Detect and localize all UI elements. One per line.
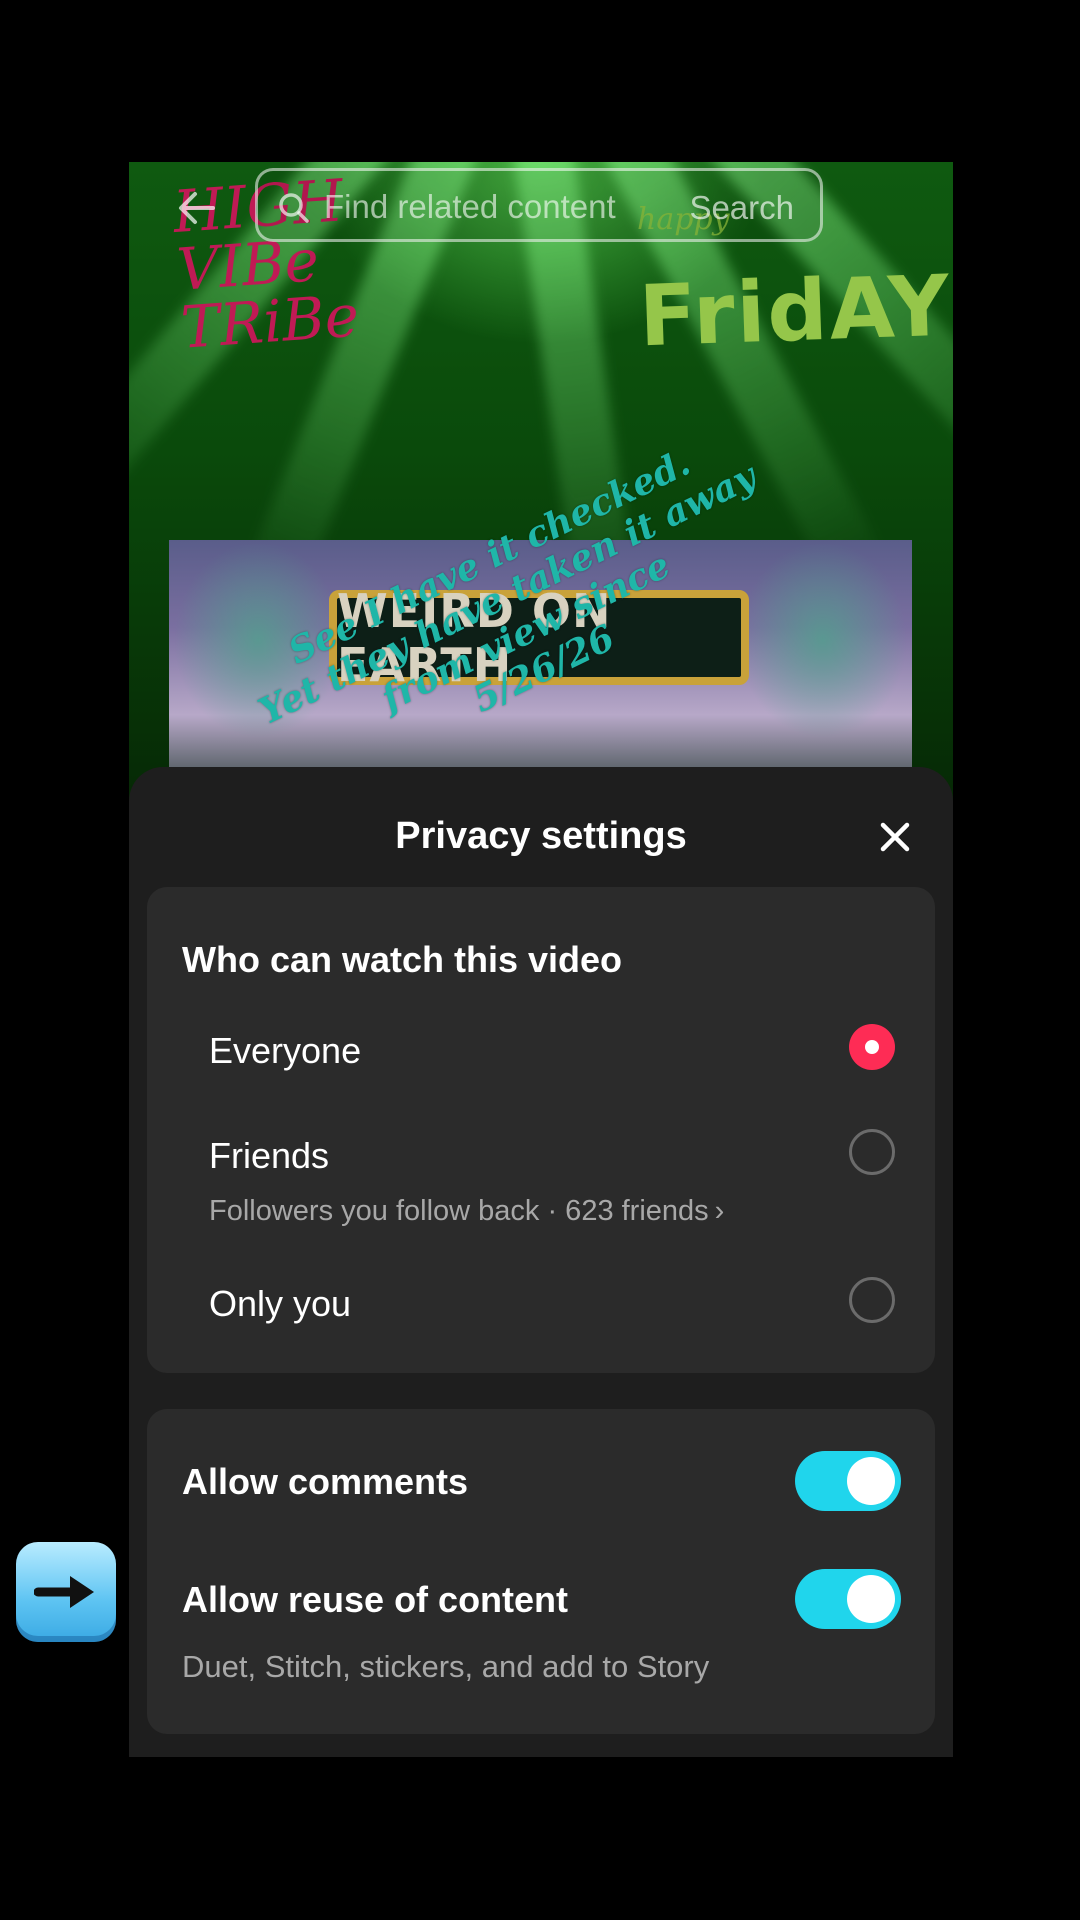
toggle-knob bbox=[847, 1575, 895, 1623]
friends-subtext[interactable]: Followers you follow back · 623 friends › bbox=[209, 1195, 724, 1228]
sheet-title: Privacy settings bbox=[395, 815, 687, 857]
top-bar: Search bbox=[129, 162, 953, 252]
chevron-right-icon: › bbox=[714, 1195, 725, 1227]
search-button[interactable]: Search bbox=[689, 189, 794, 227]
radio-selected[interactable] bbox=[849, 1024, 895, 1070]
option-label: Friends bbox=[209, 1135, 330, 1176]
close-icon[interactable] bbox=[875, 817, 915, 857]
privacy-settings-sheet: Privacy settings Who can watch this vide… bbox=[129, 767, 953, 1757]
radio-unselected[interactable] bbox=[849, 1277, 895, 1323]
friday-text: FridAY bbox=[637, 256, 953, 366]
phone-screen: HIGH VIBe TRiBe happy FridAY Search WEIR… bbox=[129, 162, 953, 1757]
allow-comments-toggle[interactable] bbox=[795, 1451, 901, 1511]
search-input[interactable] bbox=[322, 188, 686, 226]
right-arrow-icon bbox=[16, 1542, 116, 1642]
allow-comments-label: Allow comments bbox=[182, 1461, 469, 1502]
search-icon bbox=[278, 192, 310, 224]
allow-reuse-toggle[interactable] bbox=[795, 1569, 901, 1629]
option-label: Everyone bbox=[209, 1030, 362, 1071]
who-can-watch-card: Who can watch this video Everyone Friend… bbox=[147, 887, 935, 1373]
allow-reuse-subtext: Duet, Stitch, stickers, and add to Story bbox=[182, 1649, 710, 1684]
allow-reuse-label: Allow reuse of content bbox=[182, 1579, 569, 1620]
who-can-watch-heading: Who can watch this video bbox=[182, 939, 623, 980]
permissions-card: Allow comments Allow reuse of content Du… bbox=[147, 1409, 935, 1734]
option-label: Only you bbox=[209, 1283, 352, 1324]
radio-unselected[interactable] bbox=[849, 1129, 895, 1175]
search-bar[interactable]: Search bbox=[255, 168, 823, 242]
toggle-knob bbox=[847, 1457, 895, 1505]
back-arrow-icon[interactable] bbox=[173, 184, 221, 232]
